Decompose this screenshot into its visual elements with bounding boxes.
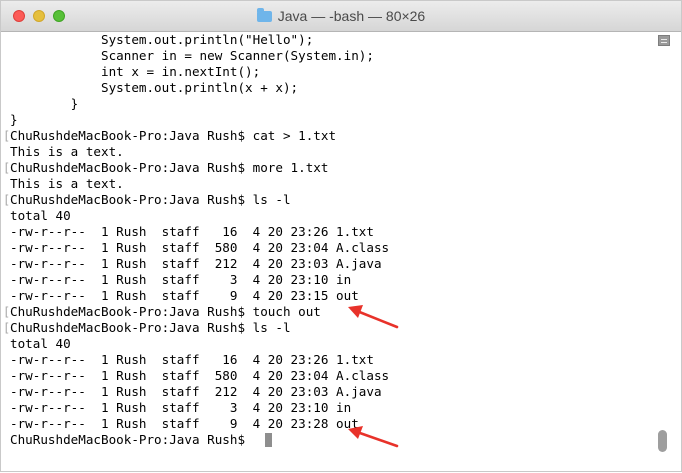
folder-icon xyxy=(256,8,272,22)
file-listing-row: -rw-r--r-- 1 Rush staff 212 4 20 23:03 A… xyxy=(10,384,382,399)
terminal-line: System.out.println("Hello"); xyxy=(10,32,314,47)
command-mark-right: ] xyxy=(649,304,651,320)
file-listing-row: -rw-r--r-- 1 Rush staff 16 4 20 23:26 1.… xyxy=(10,352,374,367)
terminal-line: int x = in.nextInt(); xyxy=(10,64,261,79)
file-listing-row: -rw-r--r-- 1 Rush staff 212 4 20 23:03 A… xyxy=(10,256,382,271)
command-mark-right: ] xyxy=(649,160,651,176)
terminal-prompt-line: ChuRushdeMacBook-Pro:Java Rush$ more 1.t… xyxy=(10,160,329,175)
command-mark-right: ] xyxy=(649,192,651,208)
terminal-line: } xyxy=(10,112,18,127)
title-bar[interactable]: Java — -bash — 80×26 xyxy=(1,1,681,32)
command-mark-left: [ xyxy=(3,129,11,143)
terminal-prompt-line: ChuRushdeMacBook-Pro:Java Rush$ cat > 1.… xyxy=(10,128,337,143)
window-title: Java — -bash — 80×26 xyxy=(277,8,426,24)
terminal-prompt-line: ChuRushdeMacBook-Pro:Java Rush$ touch ou… xyxy=(10,304,321,319)
file-listing-row: -rw-r--r-- 1 Rush staff 9 4 20 23:28 out xyxy=(10,416,359,431)
file-listing-row: -rw-r--r-- 1 Rush staff 3 4 20 23:10 in xyxy=(10,400,352,415)
file-listing-row: -rw-r--r-- 1 Rush staff 580 4 20 23:04 A… xyxy=(10,240,390,255)
file-listing-row: -rw-r--r-- 1 Rush staff 16 4 20 23:26 1.… xyxy=(10,224,374,239)
terminal-window: Java — -bash — 80×26 System.out.println(… xyxy=(0,0,682,472)
terminal-line: total 40 xyxy=(10,336,71,351)
command-mark-right: ] xyxy=(649,128,651,144)
terminal-output[interactable]: System.out.println("Hello"); Scanner in … xyxy=(1,32,651,452)
command-mark-left: [ xyxy=(3,321,11,335)
terminal-line: System.out.println(x + x); xyxy=(10,80,299,95)
scrollbar-thumb[interactable] xyxy=(658,430,667,452)
command-mark-right: ] xyxy=(649,320,651,336)
terminal-prompt-line: ChuRushdeMacBook-Pro:Java Rush$ xyxy=(10,432,253,447)
terminal-line: total 40 xyxy=(10,208,71,223)
terminal-line: This is a text. xyxy=(10,144,124,159)
terminal-line: This is a text. xyxy=(10,176,124,191)
terminal-prompt-line: ChuRushdeMacBook-Pro:Java Rush$ ls -l xyxy=(10,192,291,207)
command-mark-left: [ xyxy=(3,305,11,319)
file-listing-row: -rw-r--r-- 1 Rush staff 580 4 20 23:04 A… xyxy=(10,368,390,383)
text-cursor xyxy=(265,433,272,447)
window-title-group: Java — -bash — 80×26 xyxy=(1,8,681,24)
command-mark-left: [ xyxy=(3,193,11,207)
terminal-line: Scanner in = new Scanner(System.in); xyxy=(10,48,374,63)
command-mark-left: [ xyxy=(3,161,11,175)
scrollbar-menu-icon[interactable] xyxy=(658,35,670,46)
terminal-line: } xyxy=(10,96,79,111)
terminal-prompt-line: ChuRushdeMacBook-Pro:Java Rush$ ls -l xyxy=(10,320,291,335)
vertical-scrollbar[interactable] xyxy=(653,32,681,462)
file-listing-row: -rw-r--r-- 1 Rush staff 9 4 20 23:15 out xyxy=(10,288,359,303)
file-listing-row: -rw-r--r-- 1 Rush staff 3 4 20 23:10 in xyxy=(10,272,352,287)
